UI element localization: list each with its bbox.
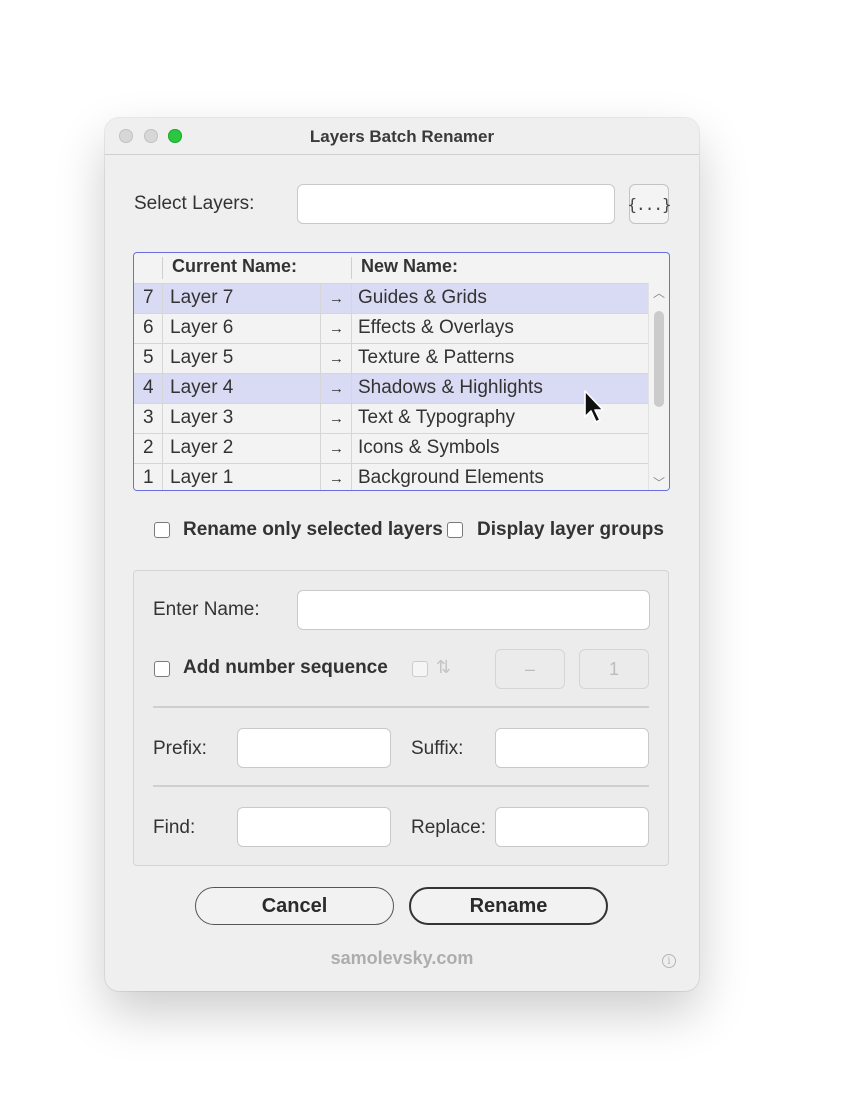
find-input[interactable] <box>237 807 391 847</box>
arrow-right-icon: → <box>329 350 344 367</box>
arrow-right-icon: → <box>329 380 344 397</box>
table-row[interactable]: 1 Layer 1 → Background Elements <box>134 463 649 490</box>
sequence-reverse-checkbox[interactable] <box>412 661 428 677</box>
table-row[interactable]: 6 Layer 6 → Effects & Overlays <box>134 313 649 343</box>
layers-table: Current Name: New Name: 7 Layer 7 → Guides … <box>133 252 670 491</box>
table-row[interactable]: 3 Layer 3 → Text & Typography <box>134 403 649 433</box>
add-sequence-checkbox[interactable] <box>154 661 170 677</box>
table-row[interactable]: 2 Layer 2 → Icons & Symbols <box>134 433 649 463</box>
suffix-input[interactable] <box>495 728 649 768</box>
row-number: 5 <box>143 347 154 368</box>
suffix-label: Suffix: <box>411 738 464 759</box>
prefix-input[interactable] <box>237 728 391 768</box>
prefix-label: Prefix: <box>153 738 207 759</box>
scroll-down-icon[interactable]: ﹀ <box>652 474 666 490</box>
table-rows: 7 Layer 7 → Guides & Grids 6 Layer 6 → Effects … <box>134 283 649 490</box>
row-number: 7 <box>143 287 154 308</box>
sequence-start-field[interactable]: 1 <box>579 649 649 689</box>
row-number: 4 <box>143 377 154 398</box>
row-number: 3 <box>143 407 154 428</box>
new-name-cell[interactable]: Background Elements <box>358 467 544 489</box>
replace-label: Replace: <box>411 817 486 838</box>
select-layers-label: Select Layers: <box>134 193 255 214</box>
cancel-button[interactable]: Cancel <box>195 887 394 925</box>
row-number: 6 <box>143 317 154 338</box>
window-title: Layers Batch Renamer <box>309 127 495 146</box>
rename-button[interactable]: Rename <box>409 887 608 925</box>
current-name-cell: Layer 1 <box>170 467 234 488</box>
mouse-cursor-icon <box>584 390 604 423</box>
table-scrollbar[interactable]: ︿ ﹀ <box>648 283 669 490</box>
table-row[interactable]: 5 Layer 5 → Texture & Patterns <box>134 343 649 373</box>
info-icon[interactable]: i <box>662 954 676 968</box>
sequence-step-field[interactable]: – <box>495 649 565 689</box>
table-row[interactable]: 4 Layer 4 → Shadows & Highlights <box>134 373 649 403</box>
select-layers-expression-button[interactable]: {...} <box>627 184 672 224</box>
display-groups-label[interactable]: Display layer groups <box>477 519 664 541</box>
row-number: 1 <box>143 467 154 488</box>
table-header: Current Name: New Name: <box>134 253 669 283</box>
renamer-window: Layers Batch Renamer Select Layers: {...… <box>105 118 699 991</box>
divider <box>153 785 649 787</box>
title-bar[interactable]: Layers Batch Renamer <box>105 118 699 155</box>
display-groups-checkbox[interactable] <box>447 522 463 538</box>
current-name-cell: Layer 2 <box>170 437 234 458</box>
header-current-name: Current Name: <box>172 256 298 276</box>
find-label: Find: <box>153 817 196 838</box>
row-number: 2 <box>143 437 154 458</box>
enter-name-input[interactable] <box>297 590 650 630</box>
footer-link[interactable]: samolevsky.com <box>105 948 699 969</box>
sort-order-icon: ⇅ <box>436 657 452 677</box>
enter-name-label: Enter Name: <box>153 599 260 620</box>
arrow-right-icon: → <box>329 290 344 307</box>
current-name-cell: Layer 5 <box>170 347 234 368</box>
current-name-cell: Layer 3 <box>170 407 234 428</box>
scroll-up-icon[interactable]: ︿ <box>652 284 666 300</box>
current-name-cell: Layer 7 <box>170 287 234 308</box>
new-name-cell[interactable]: Texture & Patterns <box>358 347 514 369</box>
table-row[interactable]: 7 Layer 7 → Guides & Grids <box>134 283 649 313</box>
divider <box>153 706 649 708</box>
rename-options-panel: Enter Name: Add number sequence ⇅ – 1 Pr… <box>133 570 669 866</box>
arrow-right-icon: → <box>329 440 344 457</box>
header-new-name: New Name: <box>361 256 459 276</box>
new-name-cell[interactable]: Effects & Overlays <box>358 317 514 339</box>
arrow-right-icon: → <box>329 470 344 487</box>
replace-input[interactable] <box>495 807 649 847</box>
rename-selected-label[interactable]: Rename only selected layers <box>183 519 443 541</box>
current-name-cell: Layer 4 <box>170 377 234 398</box>
arrow-right-icon: → <box>329 410 344 427</box>
rename-selected-checkbox[interactable] <box>154 522 170 538</box>
add-sequence-label[interactable]: Add number sequence <box>183 657 388 679</box>
current-name-cell: Layer 6 <box>170 317 234 338</box>
new-name-cell[interactable]: Shadows & Highlights <box>358 377 543 399</box>
new-name-cell[interactable]: Icons & Symbols <box>358 437 500 459</box>
new-name-cell[interactable]: Text & Typography <box>358 407 515 429</box>
arrow-right-icon: → <box>329 320 344 337</box>
select-layers-input[interactable] <box>297 184 615 224</box>
scroll-thumb[interactable] <box>654 311 664 407</box>
new-name-cell[interactable]: Guides & Grids <box>358 287 487 309</box>
